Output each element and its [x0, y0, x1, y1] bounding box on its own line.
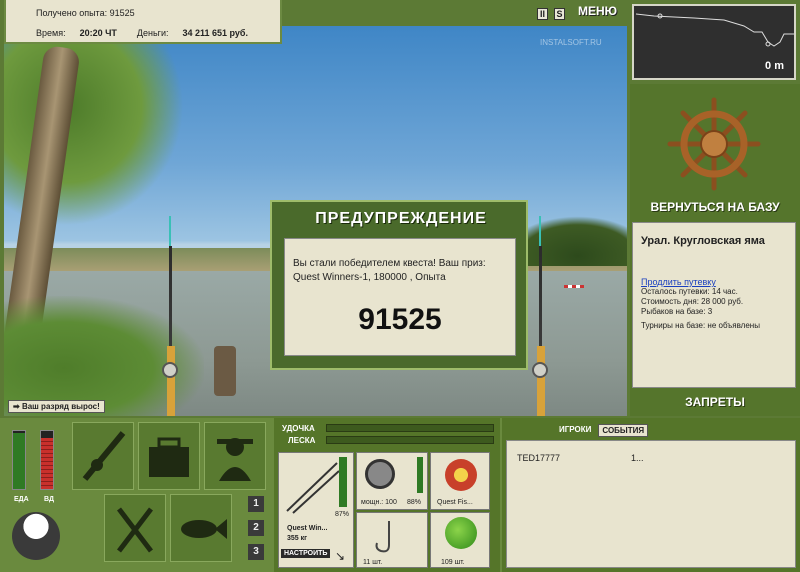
reel-left-icon: [162, 362, 178, 378]
time-value: 20:20 ЧТ: [79, 28, 117, 38]
rod-gauge: [326, 424, 494, 432]
tackle-box-icon: [149, 437, 189, 477]
slot-3-button[interactable]: 3: [248, 544, 264, 560]
setup-button[interactable]: НАСТРОИТЬ: [281, 549, 331, 558]
tackle-box-button[interactable]: [138, 422, 200, 490]
permit-remaining: Осталось путевки: 14 час.: [641, 287, 738, 296]
line-spool-icon: [445, 459, 477, 491]
food-button[interactable]: [104, 494, 166, 562]
xp-label: Получено опыта: 91525: [36, 8, 135, 18]
slot-1-button[interactable]: 1: [248, 496, 264, 512]
reel-right-icon: [532, 362, 548, 378]
info-panel: Получено опыта: 91525 Время: 20:20 ЧТ Де…: [4, 0, 282, 44]
fork-knife-icon: [117, 507, 153, 553]
fishers-count: Рыбаков на базе: 3: [641, 307, 713, 316]
players-tabs: ИГРОКИ СОБЫТИЯ: [556, 424, 649, 437]
ship-wheel-icon[interactable]: [666, 96, 762, 192]
dialog-title: ПРЕДУПРЕЖДЕНИЕ: [315, 210, 487, 227]
line-caption: Quest Fis...: [437, 499, 473, 506]
rod-wear-bar: [339, 457, 347, 507]
float-icon: [564, 285, 584, 288]
extend-permit-link[interactable]: Продлить путевку: [641, 277, 787, 287]
line-slot[interactable]: Quest Fis...: [430, 452, 490, 510]
tab-events[interactable]: СОБЫТИЯ: [598, 424, 649, 437]
dialog-message: Вы стали победителем квеста! Ваш приз: Q…: [293, 258, 486, 283]
rank-label: Ваш разряд вырос!: [21, 402, 100, 411]
drink-bar: [40, 430, 54, 490]
rods-button[interactable]: [72, 422, 134, 490]
reel-caption: мощн.: 100: [361, 499, 397, 506]
fisherman-icon: [217, 438, 253, 481]
food-bar-fill: [13, 432, 25, 489]
line-gauge: [326, 436, 494, 444]
rods-icon: [82, 431, 126, 481]
day-cost: Стоимость дня: 28 000 руб.: [641, 297, 744, 306]
drink-bar-fill: [41, 437, 53, 489]
site-logo: INSTALSOFT.RU: [540, 38, 602, 47]
player-value: 1...: [631, 453, 644, 463]
peas-bait-icon: [445, 517, 477, 549]
rod-handle-right: [537, 346, 545, 416]
pause-button[interactable]: II: [537, 8, 548, 20]
rod-weight: 355 кг: [287, 535, 308, 542]
rod-name: Quest Win...: [287, 525, 328, 532]
rod-percent: 87%: [335, 511, 350, 518]
rod-tip-right: [539, 216, 541, 246]
money-value: 34 211 651 руб.: [182, 28, 249, 38]
warning-dialog: ПРЕДУПРЕЖДЕНИЕ Вы стали победителем квес…: [270, 200, 528, 370]
tournaments-status: Турниры на базе: не объявлены: [641, 321, 760, 330]
rod-item-icon: [286, 462, 340, 514]
hook-count: 11 шт.: [363, 559, 383, 566]
money-label: Деньги:: [136, 28, 169, 38]
reel-wear-bar: [417, 457, 423, 493]
pot-icon[interactable]: [12, 512, 60, 560]
dialog-body: Вы стали победителем квеста! Ваш приз: Q…: [284, 238, 516, 356]
bait-slot[interactable]: 109 шт.: [430, 512, 490, 568]
food-label: ЕДА: [14, 496, 29, 503]
bait-count: 109 шт.: [441, 559, 465, 566]
fish-cage-button[interactable]: [170, 494, 232, 562]
rod-slot[interactable]: 87% Quest Win... 355 кг НАСТРОИТЬ ↘: [278, 452, 354, 568]
speed-button[interactable]: S: [554, 8, 565, 20]
food-bar: [12, 430, 26, 490]
reel-slot[interactable]: мощн.: 100 88%: [356, 452, 428, 510]
arrow-down-right-icon: ↘: [335, 549, 346, 563]
location-panel: Урал. Кругловская яма Продлить путевку О…: [632, 222, 796, 388]
character-button[interactable]: [204, 422, 266, 490]
rod-tip-left: [169, 216, 171, 246]
time-label: Время:: [36, 28, 66, 38]
fish-icon: [181, 519, 227, 539]
players-list: TED17777 1...: [506, 440, 796, 568]
drink-label: ВД: [44, 496, 54, 503]
reel-percent: 88%: [407, 499, 422, 506]
depth-value: 0 m: [765, 60, 784, 72]
reel-item-icon: [365, 459, 395, 489]
stump: [214, 346, 236, 396]
dialog-value: 91525: [358, 303, 442, 336]
player-name[interactable]: TED17777: [517, 453, 560, 463]
rod-handle-left: [167, 346, 175, 416]
rod-gauge-label: УДОЧКА: [282, 424, 315, 433]
bans-button[interactable]: ЗАПРЕТЫ: [630, 395, 800, 409]
tab-players[interactable]: ИГРОКИ: [556, 424, 594, 437]
return-to-base-button[interactable]: ВЕРНУТЬСЯ НА БАЗУ: [630, 200, 800, 214]
hook-icon: [375, 521, 390, 553]
slot-2-button[interactable]: 2: [248, 520, 264, 536]
menu-button[interactable]: МЕНЮ: [578, 4, 617, 18]
depth-panel: 0 m: [632, 4, 796, 80]
line-gauge-label: ЛЕСКА: [288, 436, 316, 445]
rank-notice[interactable]: ➡ Ваш разряд вырос!: [8, 400, 105, 413]
arrow-right-icon: ➡: [13, 402, 22, 411]
hook-slot[interactable]: 11 шт.: [356, 512, 428, 568]
location-name: Урал. Кругловская яма: [641, 235, 765, 247]
